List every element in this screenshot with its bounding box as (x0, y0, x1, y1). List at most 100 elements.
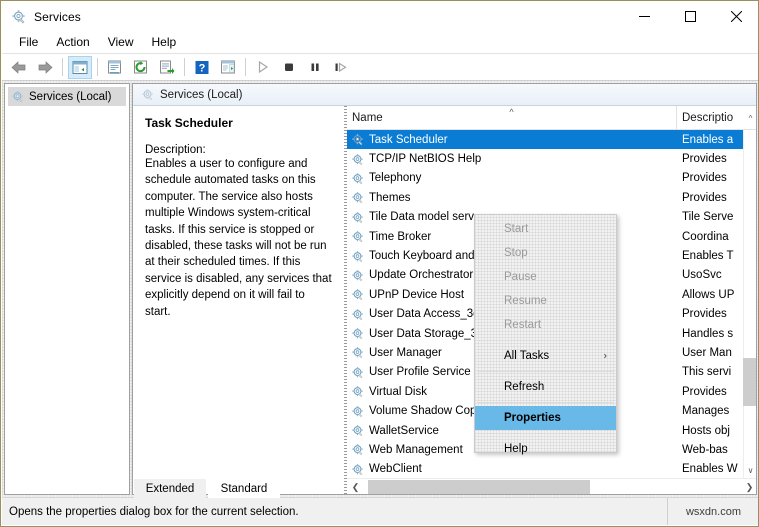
export-list-button[interactable] (155, 56, 179, 79)
properties-button[interactable] (103, 56, 127, 79)
watermark: wsxdn.com (667, 498, 758, 525)
table-row[interactable]: Telephony Provides (347, 169, 743, 188)
result-pane: Services (Local) Task Scheduler Descript… (132, 83, 757, 495)
menu-bar: File Action View Help (2, 31, 758, 53)
close-button[interactable] (713, 2, 758, 31)
service-gear-icon (351, 463, 364, 476)
context-menu-item-label: Pause (504, 271, 537, 283)
context-menu-item-refresh[interactable]: Refresh (475, 375, 616, 399)
result-pane-header-label: Services (Local) (160, 88, 243, 101)
services-gear-icon (11, 9, 27, 25)
detail-description-label: Description: (145, 144, 206, 156)
result-pane-header: Services (Local) (133, 84, 756, 106)
context-menu-item-label: Restart (504, 319, 542, 331)
menu-view[interactable]: View (99, 33, 143, 51)
service-name-label: UPnP Device Host (369, 288, 465, 301)
tab-standard[interactable]: Standard (208, 479, 280, 498)
tree-item-label: Services (Local) (29, 90, 112, 103)
row-description-cell: Manages (682, 405, 730, 418)
service-gear-icon (351, 346, 364, 359)
service-gear-icon (351, 172, 364, 185)
forward-button[interactable] (33, 56, 57, 79)
row-description-cell: Provides (682, 308, 727, 321)
row-description-cell: Web-bas (682, 443, 728, 456)
row-description-cell: User Man (682, 346, 732, 359)
row-description-cell: Enables a (677, 130, 743, 150)
service-name-label: Volume Shadow Copy (369, 405, 483, 418)
service-name-label: Virtual Disk (369, 385, 427, 398)
row-description-cell: Coordina (682, 230, 729, 243)
minimize-button[interactable] (621, 2, 667, 31)
row-description-cell: Tile Serve (682, 211, 734, 224)
show-action-pane-button[interactable] (216, 56, 240, 79)
context-menu-item-label: Start (504, 223, 529, 235)
context-menu-item-properties[interactable]: Properties (475, 406, 616, 430)
chevron-right-icon: › (603, 350, 607, 362)
scroll-down-icon[interactable]: ∨ (743, 462, 756, 478)
context-menu-item-label: Resume (504, 295, 547, 307)
restart-service-button[interactable] (329, 56, 353, 79)
service-gear-icon (351, 211, 364, 224)
row-name-cell: Telephony (347, 169, 677, 188)
refresh-button[interactable] (129, 56, 153, 79)
context-menu-separator (477, 402, 614, 403)
row-name-cell: WebClient (347, 460, 677, 478)
view-tabs: Extended Standard (132, 479, 757, 498)
start-service-button[interactable] (251, 56, 275, 79)
service-name-label: User Profile Service (369, 366, 471, 379)
table-row[interactable]: Task Scheduler Enables a (347, 130, 743, 150)
tab-extended-label: Extended (145, 482, 195, 495)
status-bar: Opens the properties dialog box for the … (2, 497, 758, 525)
toolbar-separator (62, 58, 63, 76)
tree-item-services-local[interactable]: Services (Local) (8, 87, 126, 106)
menu-help[interactable]: Help (143, 33, 186, 51)
row-description-cell: Provides (682, 172, 727, 185)
service-gear-icon (351, 153, 364, 166)
table-row[interactable]: TCP/IP NetBIOS Help Provides (347, 149, 743, 168)
stop-service-button[interactable] (277, 56, 301, 79)
context-menu-item-stop[interactable]: Stop (475, 241, 616, 265)
service-name-label: WalletService (369, 424, 439, 437)
row-description-cell: Allows UP (682, 288, 735, 301)
list-header: Name ^ Descriptio (347, 106, 756, 130)
context-menu-item-restart[interactable]: Restart (475, 313, 616, 337)
table-row[interactable]: Themes Provides (347, 188, 743, 207)
context-menu-item-all-tasks[interactable]: All Tasks › (475, 344, 616, 368)
context-menu-item-start[interactable]: Start (475, 217, 616, 241)
help-button[interactable]: ? (190, 56, 214, 79)
scroll-up-icon[interactable]: ^ (743, 106, 756, 130)
context-menu-item-resume[interactable]: Resume (475, 289, 616, 313)
service-gear-icon (351, 133, 364, 146)
pause-service-button[interactable] (303, 56, 327, 79)
row-description-cell: Hosts obj (682, 424, 730, 437)
context-menu-item-label: Refresh (504, 381, 545, 393)
table-row[interactable]: WebClient Enables W (347, 460, 743, 478)
sort-ascending-icon: ^ (509, 107, 514, 117)
service-name-label: User Manager (369, 346, 442, 359)
service-gear-icon (351, 366, 364, 379)
show-hide-console-tree-button[interactable] (68, 55, 92, 79)
context-menu-item-help[interactable]: Help (475, 437, 616, 461)
menu-action[interactable]: Action (47, 33, 98, 51)
service-detail-panel: Task Scheduler Description: Enables a us… (133, 106, 344, 494)
list-vertical-scrollbar[interactable]: ^ ∨ (743, 114, 756, 478)
tab-extended[interactable]: Extended (134, 479, 206, 498)
service-name-label: Time Broker (369, 230, 432, 243)
context-menu-item-label: Stop (504, 247, 528, 259)
service-name-label: Update Orchestrator (369, 269, 474, 282)
menu-file[interactable]: File (10, 33, 47, 51)
row-description-cell: Provides (682, 191, 727, 204)
main-body: Services (Local) Services (Local) Task S… (2, 80, 758, 498)
toolbar: ? (2, 53, 758, 80)
context-menu-item-label: Help (504, 443, 528, 455)
maximize-button[interactable] (667, 2, 713, 31)
vertical-scroll-thumb[interactable] (743, 358, 756, 406)
service-gear-icon (351, 443, 364, 456)
column-header-name[interactable]: Name ^ (347, 106, 677, 130)
context-menu-item-pause[interactable]: Pause (475, 265, 616, 289)
row-description-cell: Provides (682, 385, 727, 398)
service-gear-icon (351, 230, 364, 243)
row-description-cell: Enables W (682, 463, 738, 476)
back-button[interactable] (7, 56, 31, 79)
context-menu-separator (477, 371, 614, 372)
